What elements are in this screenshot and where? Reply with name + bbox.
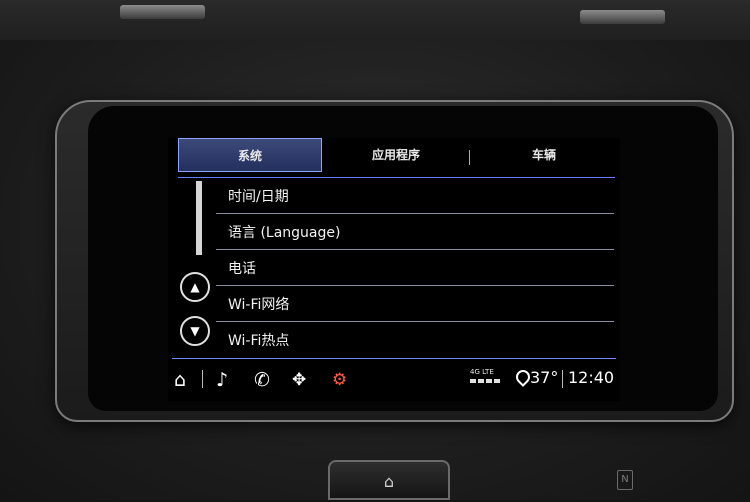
nfc-icon: N <box>617 470 633 490</box>
scroll-up-button[interactable]: ▲ <box>180 272 210 302</box>
air-vent-right <box>580 10 665 24</box>
temperature: 37° <box>530 368 559 387</box>
tab-apps-label: 应用程序 <box>371 147 420 162</box>
bottom-divider <box>562 370 563 388</box>
tab-bar: 系统 应用程序 车辆 <box>178 138 618 178</box>
nfc-label: N <box>621 474 629 485</box>
menu-item-label: 时间/日期 <box>228 188 289 205</box>
hardware-home-button[interactable]: ⌂ <box>328 460 450 500</box>
tab-vehicle-label: 车辆 <box>531 147 556 162</box>
menu-item-time-date[interactable]: 时间/日期 <box>216 178 614 214</box>
menu-item-label: Wi-Fi网络 <box>228 296 290 313</box>
arrow-down-icon: ▼ <box>190 324 200 338</box>
bottom-bar: ⌂ ♪ ✆ ✥ ⚙ 4G LTE 37° 12:40 <box>168 360 620 401</box>
menu-item-label: 电话 <box>228 260 256 277</box>
menu-item-wifi-hotspot[interactable]: Wi-Fi热点 <box>216 322 614 358</box>
apps-icon[interactable]: ⚙ <box>332 368 347 392</box>
menu-item-phone[interactable]: 电话 <box>216 250 614 286</box>
menu-item-wifi-network[interactable]: Wi-Fi网络 <box>216 286 614 322</box>
network-type: 4G LTE <box>470 368 494 376</box>
bottom-bar-line <box>172 358 616 359</box>
signal-indicator: 4G LTE <box>470 368 510 392</box>
tab-apps[interactable]: 应用程序 <box>322 138 470 170</box>
phone-icon[interactable]: ✆ <box>254 368 270 392</box>
bottom-divider <box>202 370 203 388</box>
arrow-up-icon: ▲ <box>190 280 200 294</box>
tab-vehicle[interactable]: 车辆 <box>470 138 618 170</box>
infotainment-screen: 系统 应用程序 车辆 ▲ ▼ 时间/日期 语言 (Language) 电话 Wi… <box>168 138 620 401</box>
clock: 12:40 <box>568 368 615 387</box>
signal-bars-icon <box>470 379 510 383</box>
scroll-down-button[interactable]: ▼ <box>180 316 210 346</box>
menu-item-label: 语言 (Language) <box>228 224 341 241</box>
menu-item-language[interactable]: 语言 (Language) <box>216 214 614 250</box>
menu-item-label: Wi-Fi热点 <box>228 333 290 349</box>
tab-system[interactable]: 系统 <box>178 138 322 172</box>
air-vent-left <box>120 5 205 19</box>
navigation-icon[interactable]: ✥ <box>292 368 306 392</box>
home-icon[interactable]: ⌂ <box>174 368 186 392</box>
home-icon: ⌂ <box>383 472 395 491</box>
tab-system-label: 系统 <box>237 148 262 163</box>
scrollbar-thumb[interactable] <box>196 181 202 255</box>
music-icon[interactable]: ♪ <box>216 368 228 392</box>
